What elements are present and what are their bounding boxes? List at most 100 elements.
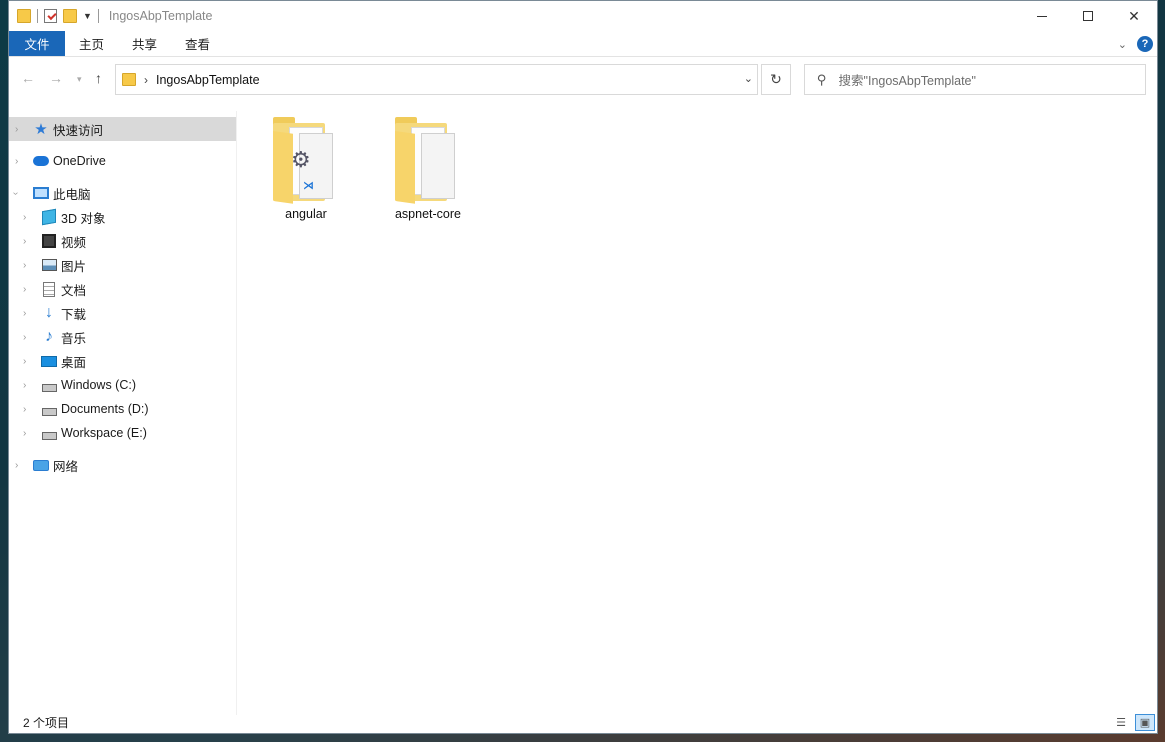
ribbon-controls: ⌄ ? <box>1118 36 1153 52</box>
nav-item-drive-e[interactable]: › Workspace (E:) <box>9 421 236 445</box>
nav-label: Workspace (E:) <box>61 426 147 440</box>
navigation-bar: ← → ▾ ↑ › IngosAbpTemplate ⌄ ↻ ⚲ 搜索"Ingo… <box>9 58 1157 100</box>
folder-item[interactable]: aspnet-core <box>373 117 483 221</box>
status-bar: 2 个项目 ☰ ▣ <box>9 711 1157 733</box>
new-folder-icon[interactable] <box>63 9 77 23</box>
drive-icon <box>41 401 57 417</box>
nav-item-this-pc[interactable]: › 此电脑 <box>9 181 236 205</box>
properties-icon[interactable] <box>44 9 57 23</box>
maximize-icon <box>1083 11 1093 21</box>
folder-icon <box>17 9 31 23</box>
refresh-button[interactable]: ↻ <box>761 64 791 95</box>
divider <box>97 9 99 23</box>
folder-icon <box>122 73 136 86</box>
ribbon-tabs: 文件 主页 共享 查看 ⌄ ? <box>9 31 1157 57</box>
nav-label: 此电脑 <box>53 187 91 202</box>
expand-chevron-icon[interactable]: › <box>23 332 26 343</box>
window-title: IngosAbpTemplate <box>108 9 213 23</box>
file-list: ⚙ ⋊ angular aspnet-core <box>247 111 1147 711</box>
cloud-icon <box>33 153 49 169</box>
expand-chevron-icon[interactable]: › <box>15 124 18 135</box>
expand-chevron-icon[interactable]: › <box>23 428 26 439</box>
drive-icon <box>41 425 57 441</box>
nav-item-network[interactable]: › 网络 <box>9 453 236 477</box>
recent-locations-icon[interactable]: ▾ <box>77 74 82 85</box>
chevron-down-icon[interactable]: ⌄ <box>744 72 753 85</box>
nav-item-3d-objects[interactable]: › 3D 对象 <box>9 205 236 229</box>
maximize-button[interactable] <box>1065 1 1111 31</box>
close-icon: ✕ <box>1128 7 1140 24</box>
expand-chevron-icon[interactable]: › <box>23 404 26 415</box>
expand-chevron-icon[interactable]: › <box>23 356 26 367</box>
nav-item-drive-d[interactable]: › Documents (D:) <box>9 397 236 421</box>
breadcrumb-chevron-icon[interactable]: › <box>144 73 148 87</box>
minimize-icon <box>1037 15 1047 17</box>
large-icons-view-icon[interactable]: ▣ <box>1135 714 1155 731</box>
expand-chevron-icon[interactable]: › <box>23 260 26 271</box>
nav-label: 文档 <box>61 283 87 298</box>
folder-icon: ⚙ ⋊ <box>273 117 339 204</box>
tab-file[interactable]: 文件 <box>9 31 65 56</box>
expand-chevron-icon[interactable]: › <box>15 156 18 167</box>
download-arrow-icon: ↓ <box>45 304 53 321</box>
minimize-button[interactable] <box>1019 1 1065 31</box>
collapse-chevron-icon[interactable]: › <box>10 191 21 194</box>
nav-item-documents[interactable]: › 文档 <box>9 277 236 301</box>
title-bar: ▼ IngosAbpTemplate ✕ <box>9 1 1157 31</box>
desktop-icon <box>41 353 57 369</box>
expand-chevron-icon[interactable]: › <box>23 236 26 247</box>
details-view-icon[interactable]: ☰ <box>1111 714 1131 731</box>
nav-item-drive-c[interactable]: › Windows (C:) <box>9 373 236 397</box>
tab-view[interactable]: 查看 <box>171 31 224 56</box>
expand-chevron-icon[interactable]: › <box>15 460 18 471</box>
view-switcher: ☰ ▣ <box>1111 714 1155 731</box>
nav-item-onedrive[interactable]: › OneDrive <box>9 149 236 173</box>
nav-item-music[interactable]: › ♪ 音乐 <box>9 325 236 349</box>
search-placeholder: 搜索"IngosAbpTemplate" <box>838 74 976 88</box>
up-arrow-icon[interactable]: ↑ <box>95 70 102 86</box>
gear-icon: ⚙ <box>291 147 311 172</box>
search-icon: ⚲ <box>817 71 827 87</box>
nav-label: Windows (C:) <box>61 378 137 392</box>
picture-icon <box>41 257 57 273</box>
expand-chevron-icon[interactable]: › <box>23 380 26 391</box>
folder-item[interactable]: ⚙ ⋊ angular <box>251 117 361 221</box>
customize-toolbar-icon[interactable]: ▼ <box>83 11 92 21</box>
nav-label: 桌面 <box>61 355 87 370</box>
windows-drive-icon <box>41 377 57 393</box>
music-note-icon: ♪ <box>45 328 53 345</box>
tab-share[interactable]: 共享 <box>118 31 171 56</box>
film-icon <box>41 233 57 249</box>
nav-label: 视频 <box>61 235 87 250</box>
forward-arrow-icon[interactable]: → <box>49 70 63 86</box>
back-arrow-icon[interactable]: ← <box>21 70 35 86</box>
nav-label: OneDrive <box>53 154 106 168</box>
vscode-icon: ⋊ <box>303 180 314 192</box>
nav-label: 图片 <box>61 259 87 274</box>
help-icon[interactable]: ? <box>1137 36 1153 52</box>
nav-item-downloads[interactable]: › ↓ 下载 <box>9 301 236 325</box>
item-count: 2 个项目 <box>23 715 70 730</box>
expand-chevron-icon[interactable]: › <box>23 308 26 319</box>
close-button[interactable]: ✕ <box>1111 1 1157 31</box>
tab-home[interactable]: 主页 <box>65 31 118 56</box>
refresh-icon: ↻ <box>770 71 782 87</box>
divider <box>37 9 38 23</box>
nav-item-quick-access[interactable]: › ★ 快速访问 <box>9 117 236 141</box>
folder-name: aspnet-core <box>394 207 461 221</box>
nav-item-pictures[interactable]: › 图片 <box>9 253 236 277</box>
document-icon <box>41 281 57 297</box>
nav-item-videos[interactable]: › 视频 <box>9 229 236 253</box>
search-input[interactable]: ⚲ 搜索"IngosAbpTemplate" <box>804 64 1146 95</box>
expand-chevron-icon[interactable]: › <box>23 284 26 295</box>
nav-label: 音乐 <box>61 331 87 346</box>
nav-label: 快速访问 <box>53 123 104 138</box>
computer-icon <box>33 185 49 201</box>
address-bar[interactable]: › IngosAbpTemplate ⌄ <box>115 64 758 95</box>
expand-ribbon-icon[interactable]: ⌄ <box>1118 38 1127 51</box>
expand-chevron-icon[interactable]: › <box>23 212 26 223</box>
breadcrumb-current[interactable]: IngosAbpTemplate <box>156 73 260 87</box>
nav-item-desktop[interactable]: › 桌面 <box>9 349 236 373</box>
nav-label: Documents (D:) <box>61 402 149 416</box>
network-icon <box>33 457 49 473</box>
